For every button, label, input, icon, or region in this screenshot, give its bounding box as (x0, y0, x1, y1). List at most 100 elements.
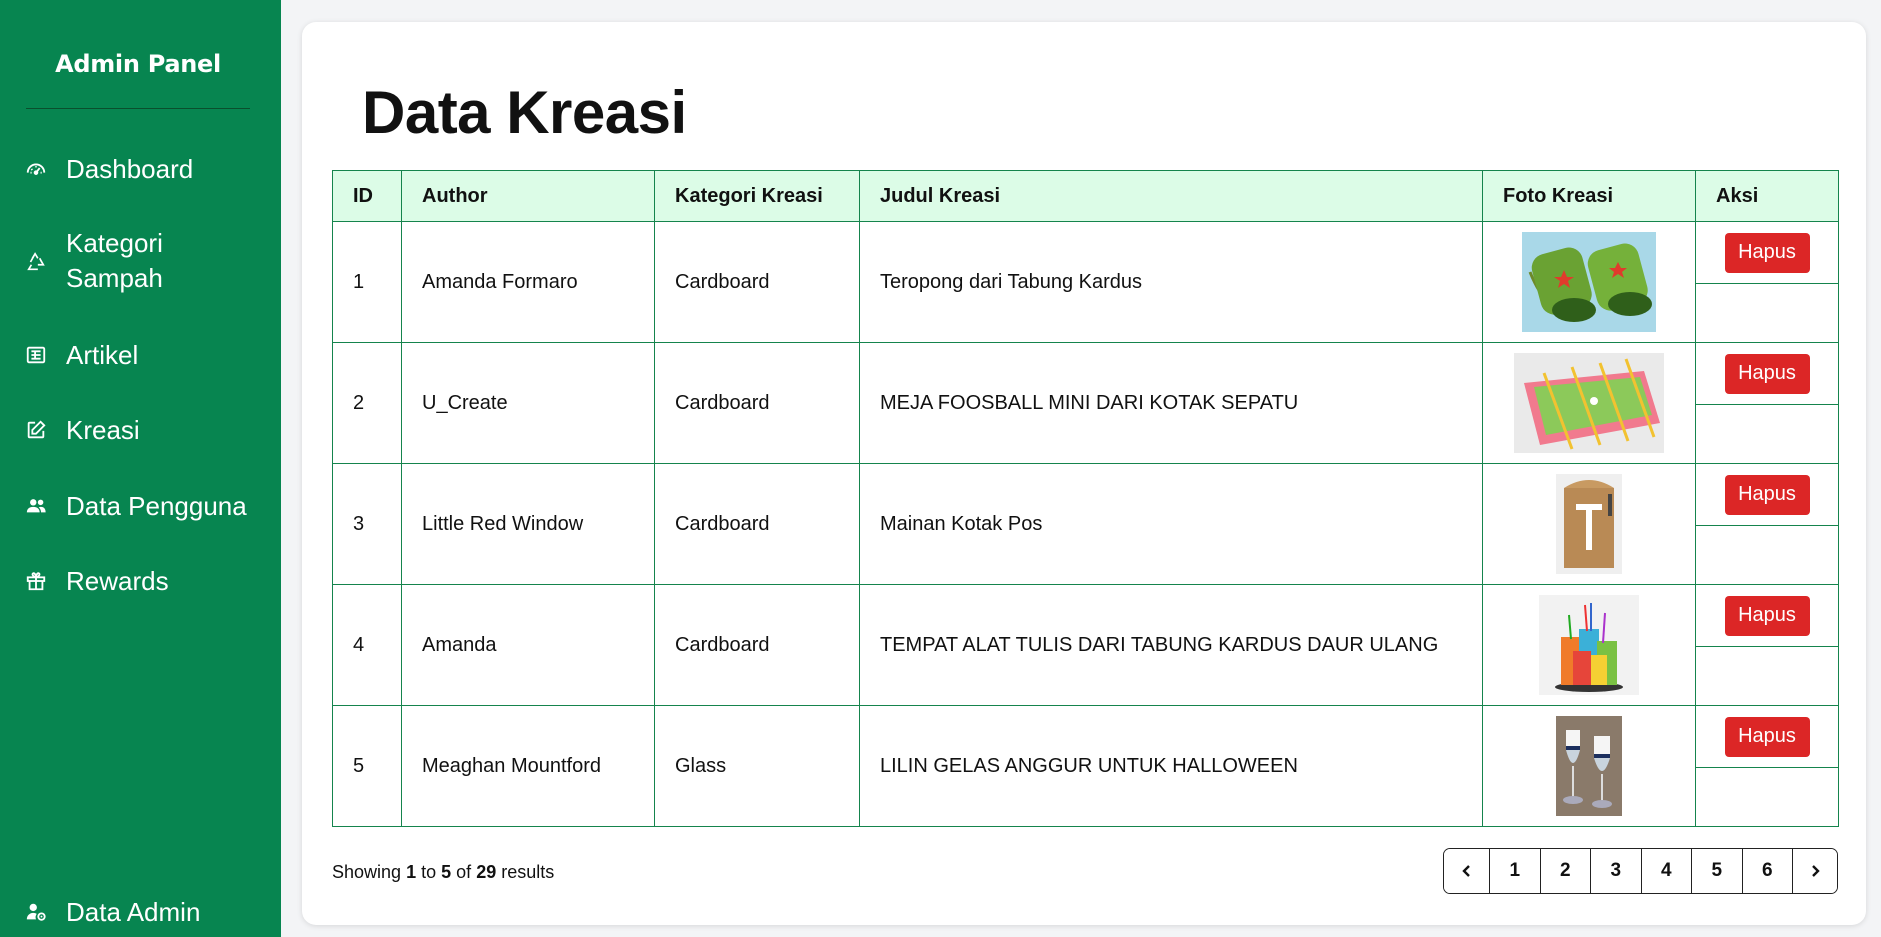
hapus-button[interactable]: Hapus (1724, 232, 1810, 273)
sidebar-item-label: Dashboard (66, 153, 194, 184)
gauge-icon (25, 158, 47, 180)
table-row: 2 U_Create Cardboard MEJA FOOSBALL MINI … (332, 342, 1839, 464)
cell-id: 4 (332, 584, 402, 706)
pencil-holder-photo (1539, 595, 1639, 695)
sidebar-item-rewards[interactable]: Rewards (0, 563, 281, 599)
cell-author: Meaghan Mountford (401, 705, 655, 827)
column-header-aksi: Aksi (1695, 170, 1839, 222)
user-gear-icon (25, 901, 47, 923)
recycle-icon (25, 251, 47, 273)
pagination-page-button[interactable]: 2 (1539, 849, 1590, 893)
cell-id: 1 (332, 221, 402, 343)
column-header-id: ID (332, 170, 402, 222)
sidebar-item-label: Kreasi (66, 414, 140, 445)
cell-aksi: Hapus (1695, 342, 1839, 464)
results-prefix: Showing (332, 862, 402, 882)
column-header-judul: Judul Kreasi (859, 170, 1483, 222)
chevron-right-icon (1812, 865, 1820, 877)
page-title: Data Kreasi (362, 79, 687, 146)
content-card: Data Kreasi ID Author Kategori Kreasi Ju… (302, 22, 1866, 925)
cell-judul: MEJA FOOSBALL MINI DARI KOTAK SEPATU (859, 342, 1483, 464)
cell-aksi: Hapus (1695, 463, 1839, 585)
action-box: Hapus (1696, 343, 1838, 405)
action-box: Hapus (1696, 585, 1838, 647)
hapus-button[interactable]: Hapus (1724, 353, 1810, 394)
sidebar-item-dashboard[interactable]: Dashboard (0, 151, 281, 187)
cell-kategori: Cardboard (654, 463, 860, 585)
results-total: 29 (476, 862, 497, 882)
cell-kategori: Cardboard (654, 584, 860, 706)
results-summary: Showing 1 to 5 of 29 results (332, 862, 554, 883)
pagination-next-button[interactable] (1792, 849, 1837, 893)
cell-id: 3 (332, 463, 402, 585)
pagination: 1 2 3 4 5 6 (1443, 848, 1838, 894)
pagination-prev-button[interactable] (1444, 849, 1489, 893)
cell-foto (1482, 705, 1696, 827)
pagination-page-button[interactable]: 4 (1640, 849, 1691, 893)
cell-judul: TEMPAT ALAT TULIS DARI TABUNG KARDUS DAU… (859, 584, 1483, 706)
sidebar-item-label-line2: Sampah (66, 263, 163, 293)
sidebar-item-label: Data Admin (66, 896, 201, 927)
cell-id: 2 (332, 342, 402, 464)
sidebar-item-kategori-sampah[interactable]: Kategori Sampah (0, 226, 281, 298)
table-row: 5 Meaghan Mountford Glass LILIN GELAS AN… (332, 705, 1839, 827)
cell-judul: Mainan Kotak Pos (859, 463, 1483, 585)
column-header-author: Author (401, 170, 655, 222)
sidebar-item-artikel[interactable]: Artikel (0, 337, 281, 373)
cell-id: 5 (332, 705, 402, 827)
sidebar-item-label: Artikel (66, 339, 139, 370)
brand-title: Admin Panel (55, 50, 221, 78)
sidebar-item-kreasi[interactable]: Kreasi (0, 412, 281, 448)
table-row: 3 Little Red Window Cardboard Mainan Kot… (332, 463, 1839, 585)
brand-divider (26, 108, 250, 109)
action-box: Hapus (1696, 222, 1838, 284)
hapus-button[interactable]: Hapus (1724, 474, 1810, 515)
cell-judul: LILIN GELAS ANGGUR UNTUK HALLOWEEN (859, 705, 1483, 827)
cell-author: U_Create (401, 342, 655, 464)
results-suffix: results (501, 862, 555, 882)
column-header-kategori: Kategori Kreasi (654, 170, 860, 222)
cell-aksi: Hapus (1695, 584, 1839, 706)
newspaper-icon (25, 344, 47, 366)
cell-foto (1482, 342, 1696, 464)
column-header-foto: Foto Kreasi (1482, 170, 1696, 222)
cell-aksi: Hapus (1695, 221, 1839, 343)
chevron-left-icon (1461, 865, 1470, 877)
pagination-page-button[interactable]: 1 (1489, 849, 1540, 893)
cell-author: Little Red Window (401, 463, 655, 585)
results-to: 5 (441, 862, 452, 882)
sidebar-item-data-admin[interactable]: Data Admin (0, 894, 281, 930)
results-to-word: to (421, 862, 437, 882)
pagination-page-button[interactable]: 6 (1741, 849, 1792, 893)
hapus-button[interactable]: Hapus (1724, 595, 1810, 636)
kreasi-table: ID Author Kategori Kreasi Judul Kreasi F… (332, 170, 1839, 827)
cell-foto (1482, 463, 1696, 585)
cell-author: Amanda Formaro (401, 221, 655, 343)
cell-judul: Teropong dari Tabung Kardus (859, 221, 1483, 343)
mailbox-photo (1556, 474, 1622, 574)
cell-kategori: Glass (654, 705, 860, 827)
foosball-photo (1514, 353, 1664, 453)
cell-foto (1482, 584, 1696, 706)
action-box: Hapus (1696, 464, 1838, 526)
results-of-word: of (456, 862, 472, 882)
cell-author: Amanda (401, 584, 655, 706)
results-from: 1 (406, 862, 417, 882)
edit-icon (25, 419, 47, 441)
cell-aksi: Hapus (1695, 705, 1839, 827)
users-icon (25, 495, 47, 517)
hapus-button[interactable]: Hapus (1724, 716, 1810, 757)
gift-icon (25, 570, 47, 592)
binoculars-photo (1522, 232, 1656, 332)
sidebar: Admin Panel Dashboard Kategori Sampah Ar… (0, 0, 281, 937)
table-header-row: ID Author Kategori Kreasi Judul Kreasi F… (332, 170, 1839, 222)
sidebar-item-label: Rewards (66, 565, 169, 596)
action-box: Hapus (1696, 706, 1838, 768)
pagination-page-button[interactable]: 5 (1691, 849, 1742, 893)
wine-glass-candles-photo (1556, 716, 1622, 816)
pagination-page-button[interactable]: 3 (1590, 849, 1641, 893)
cell-foto (1482, 221, 1696, 343)
sidebar-item-label: Data Pengguna (66, 490, 247, 521)
table-row: 1 Amanda Formaro Cardboard Teropong dari… (332, 221, 1839, 343)
sidebar-item-data-pengguna[interactable]: Data Pengguna (0, 488, 281, 524)
